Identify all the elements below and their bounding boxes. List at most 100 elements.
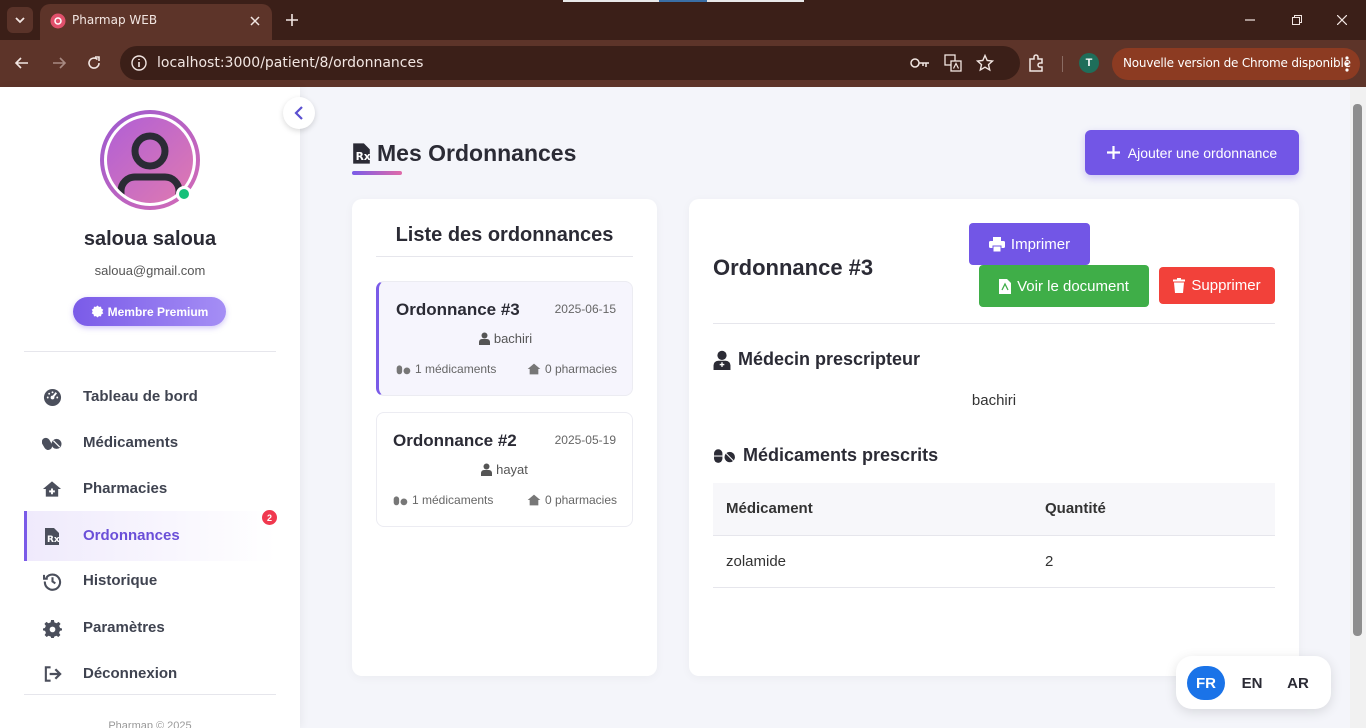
new-tab-button[interactable] xyxy=(282,10,302,30)
bookmark-star-icon[interactable] xyxy=(975,53,995,73)
plus-icon xyxy=(286,14,298,26)
delete-button[interactable]: Supprimer xyxy=(1159,267,1275,304)
notification-badge: 2 xyxy=(262,510,277,525)
history-icon xyxy=(42,571,62,591)
sidebar-item-historique[interactable]: Historique xyxy=(24,558,276,604)
detail-divider xyxy=(713,323,1275,324)
address-bar[interactable]: localhost:3000/patient/8/ordonnances xyxy=(120,46,1020,80)
tab-title: Pharmap WEB xyxy=(72,13,158,27)
restore-icon xyxy=(1292,15,1302,25)
page-title-text: Mes Ordonnances xyxy=(377,140,577,166)
prescription-icon: Rx xyxy=(42,526,62,546)
sidebar-divider xyxy=(24,694,276,695)
tab-search-button[interactable] xyxy=(7,7,33,33)
url-text[interactable]: localhost:3000/patient/8/ordonnances xyxy=(157,55,423,71)
delete-label: Supprimer xyxy=(1191,277,1261,294)
table-row: zolamide 2 xyxy=(713,535,1275,588)
meds-section-label: Médicaments prescrits xyxy=(743,445,939,465)
chevron-left-icon xyxy=(294,106,303,120)
sidebar-item-ordonnances[interactable]: Rx Ordonnances 2 xyxy=(24,510,277,561)
print-label: Imprimer xyxy=(1010,235,1071,253)
prescription-icon: Rx xyxy=(353,143,371,164)
trash-icon xyxy=(1173,278,1186,293)
toolbar-divider xyxy=(1062,56,1063,72)
doctor-section-title: Médecin prescripteur xyxy=(713,349,920,370)
prescription-list-item[interactable]: Ordonnance #2 2025-05-19 hayat 1 médicam… xyxy=(376,412,633,527)
prescription-doctor: hayat xyxy=(377,462,632,477)
prescription-meds-count: 1 médicaments xyxy=(396,362,496,376)
meds-count-text: 1 médicaments xyxy=(412,493,494,507)
column-header-quantite: Quantité xyxy=(1032,483,1275,536)
minimize-button[interactable] xyxy=(1241,11,1259,29)
pharmap-favicon-icon xyxy=(50,13,66,29)
pharmacy-icon xyxy=(527,494,541,506)
close-window-button[interactable] xyxy=(1333,11,1351,29)
print-icon xyxy=(988,236,1005,252)
tab-strip-highlight xyxy=(563,0,659,2)
lang-fr-button[interactable]: FR xyxy=(1187,666,1225,700)
column-header-medicament: Médicament xyxy=(713,483,1032,536)
view-document-button[interactable]: Voir le document xyxy=(979,265,1149,307)
sidebar-item-dashboard[interactable]: Tableau de bord xyxy=(24,374,276,420)
scrollbar-thumb[interactable] xyxy=(1353,104,1362,636)
sidebar-item-label: Ordonnances xyxy=(83,527,180,544)
reload-button[interactable] xyxy=(83,52,105,74)
sidebar-item-parametres[interactable]: Paramètres xyxy=(24,605,276,651)
online-status-dot xyxy=(176,186,192,202)
prescription-date: 2025-05-19 xyxy=(554,433,616,447)
tab-close-icon[interactable] xyxy=(246,12,264,30)
password-key-icon[interactable] xyxy=(910,53,930,73)
sidebar-item-label: Médicaments xyxy=(83,434,179,451)
doctor-icon xyxy=(478,332,490,345)
browser-tab-bar: Pharmap WEB xyxy=(0,0,1366,40)
language-switcher: FR EN AR xyxy=(1176,656,1331,709)
sidebar-item-pharmacies[interactable]: Pharmacies xyxy=(24,466,276,512)
forward-button[interactable] xyxy=(48,52,70,74)
page-title: Rx Mes Ordonnances xyxy=(352,140,576,167)
sidebar-item-deconnexion[interactable]: Déconnexion xyxy=(24,651,276,697)
pills-icon xyxy=(714,449,735,463)
pills-icon xyxy=(42,433,62,453)
prescription-list-item[interactable]: Ordonnance #3 2025-06-15 bachiri 1 médic… xyxy=(376,281,633,396)
add-prescription-button[interactable]: Ajouter une ordonnance xyxy=(1085,130,1299,175)
sidebar: saloua saloua saloua@gmail.com Membre Pr… xyxy=(0,87,300,728)
sidebar-collapse-button[interactable] xyxy=(283,97,315,129)
restore-button[interactable] xyxy=(1288,11,1306,29)
pharmacies-count-text: 0 pharmacies xyxy=(544,493,617,507)
chevron-down-icon xyxy=(15,17,25,24)
sidebar-item-label: Pharmacies xyxy=(83,480,168,497)
prescription-doctor: bachiri xyxy=(379,331,632,346)
arrow-left-icon xyxy=(14,57,28,69)
back-button[interactable] xyxy=(11,52,33,74)
browser-tab[interactable]: Pharmap WEB xyxy=(40,4,272,40)
profile-avatar[interactable]: T xyxy=(1079,53,1099,73)
extensions-puzzle-icon[interactable] xyxy=(1026,53,1046,73)
lang-ar-button[interactable]: AR xyxy=(1279,666,1317,700)
user-name: saloua saloua xyxy=(83,228,217,250)
prescription-pharmacies-count: 0 pharmacies xyxy=(527,493,617,507)
doctor-section-label: Médecin prescripteur xyxy=(738,349,921,369)
info-icon[interactable] xyxy=(130,54,148,72)
chrome-update-button[interactable]: Nouvelle version de Chrome disponible xyxy=(1112,48,1360,80)
prescription-pharmacies-count: 0 pharmacies xyxy=(527,362,617,376)
svg-text:Rx: Rx xyxy=(47,535,60,545)
prescription-date: 2025-06-15 xyxy=(554,302,616,316)
reload-icon xyxy=(88,56,100,69)
close-icon xyxy=(1337,15,1347,25)
dashboard-icon xyxy=(42,387,62,407)
sidebar-item-label: Déconnexion xyxy=(83,665,178,682)
gear-icon xyxy=(42,618,62,638)
sidebar-item-medicaments[interactable]: Médicaments xyxy=(24,420,276,466)
pharmacy-icon xyxy=(42,479,62,499)
lang-en-button[interactable]: EN xyxy=(1233,666,1271,700)
view-document-label: Voir le document xyxy=(1017,277,1129,295)
print-button[interactable]: Imprimer xyxy=(969,223,1090,265)
prescription-name: Ordonnance #2 xyxy=(393,431,517,450)
user-email: saloua@gmail.com xyxy=(94,263,206,278)
list-title: Liste des ordonnances xyxy=(395,224,614,246)
sidebar-footer: Pharmap © 2025 xyxy=(108,720,192,728)
pills-icon xyxy=(396,364,411,374)
premium-badge: Membre Premium xyxy=(73,297,226,326)
translate-icon[interactable] xyxy=(943,53,963,73)
more-vert-icon xyxy=(1345,56,1349,72)
